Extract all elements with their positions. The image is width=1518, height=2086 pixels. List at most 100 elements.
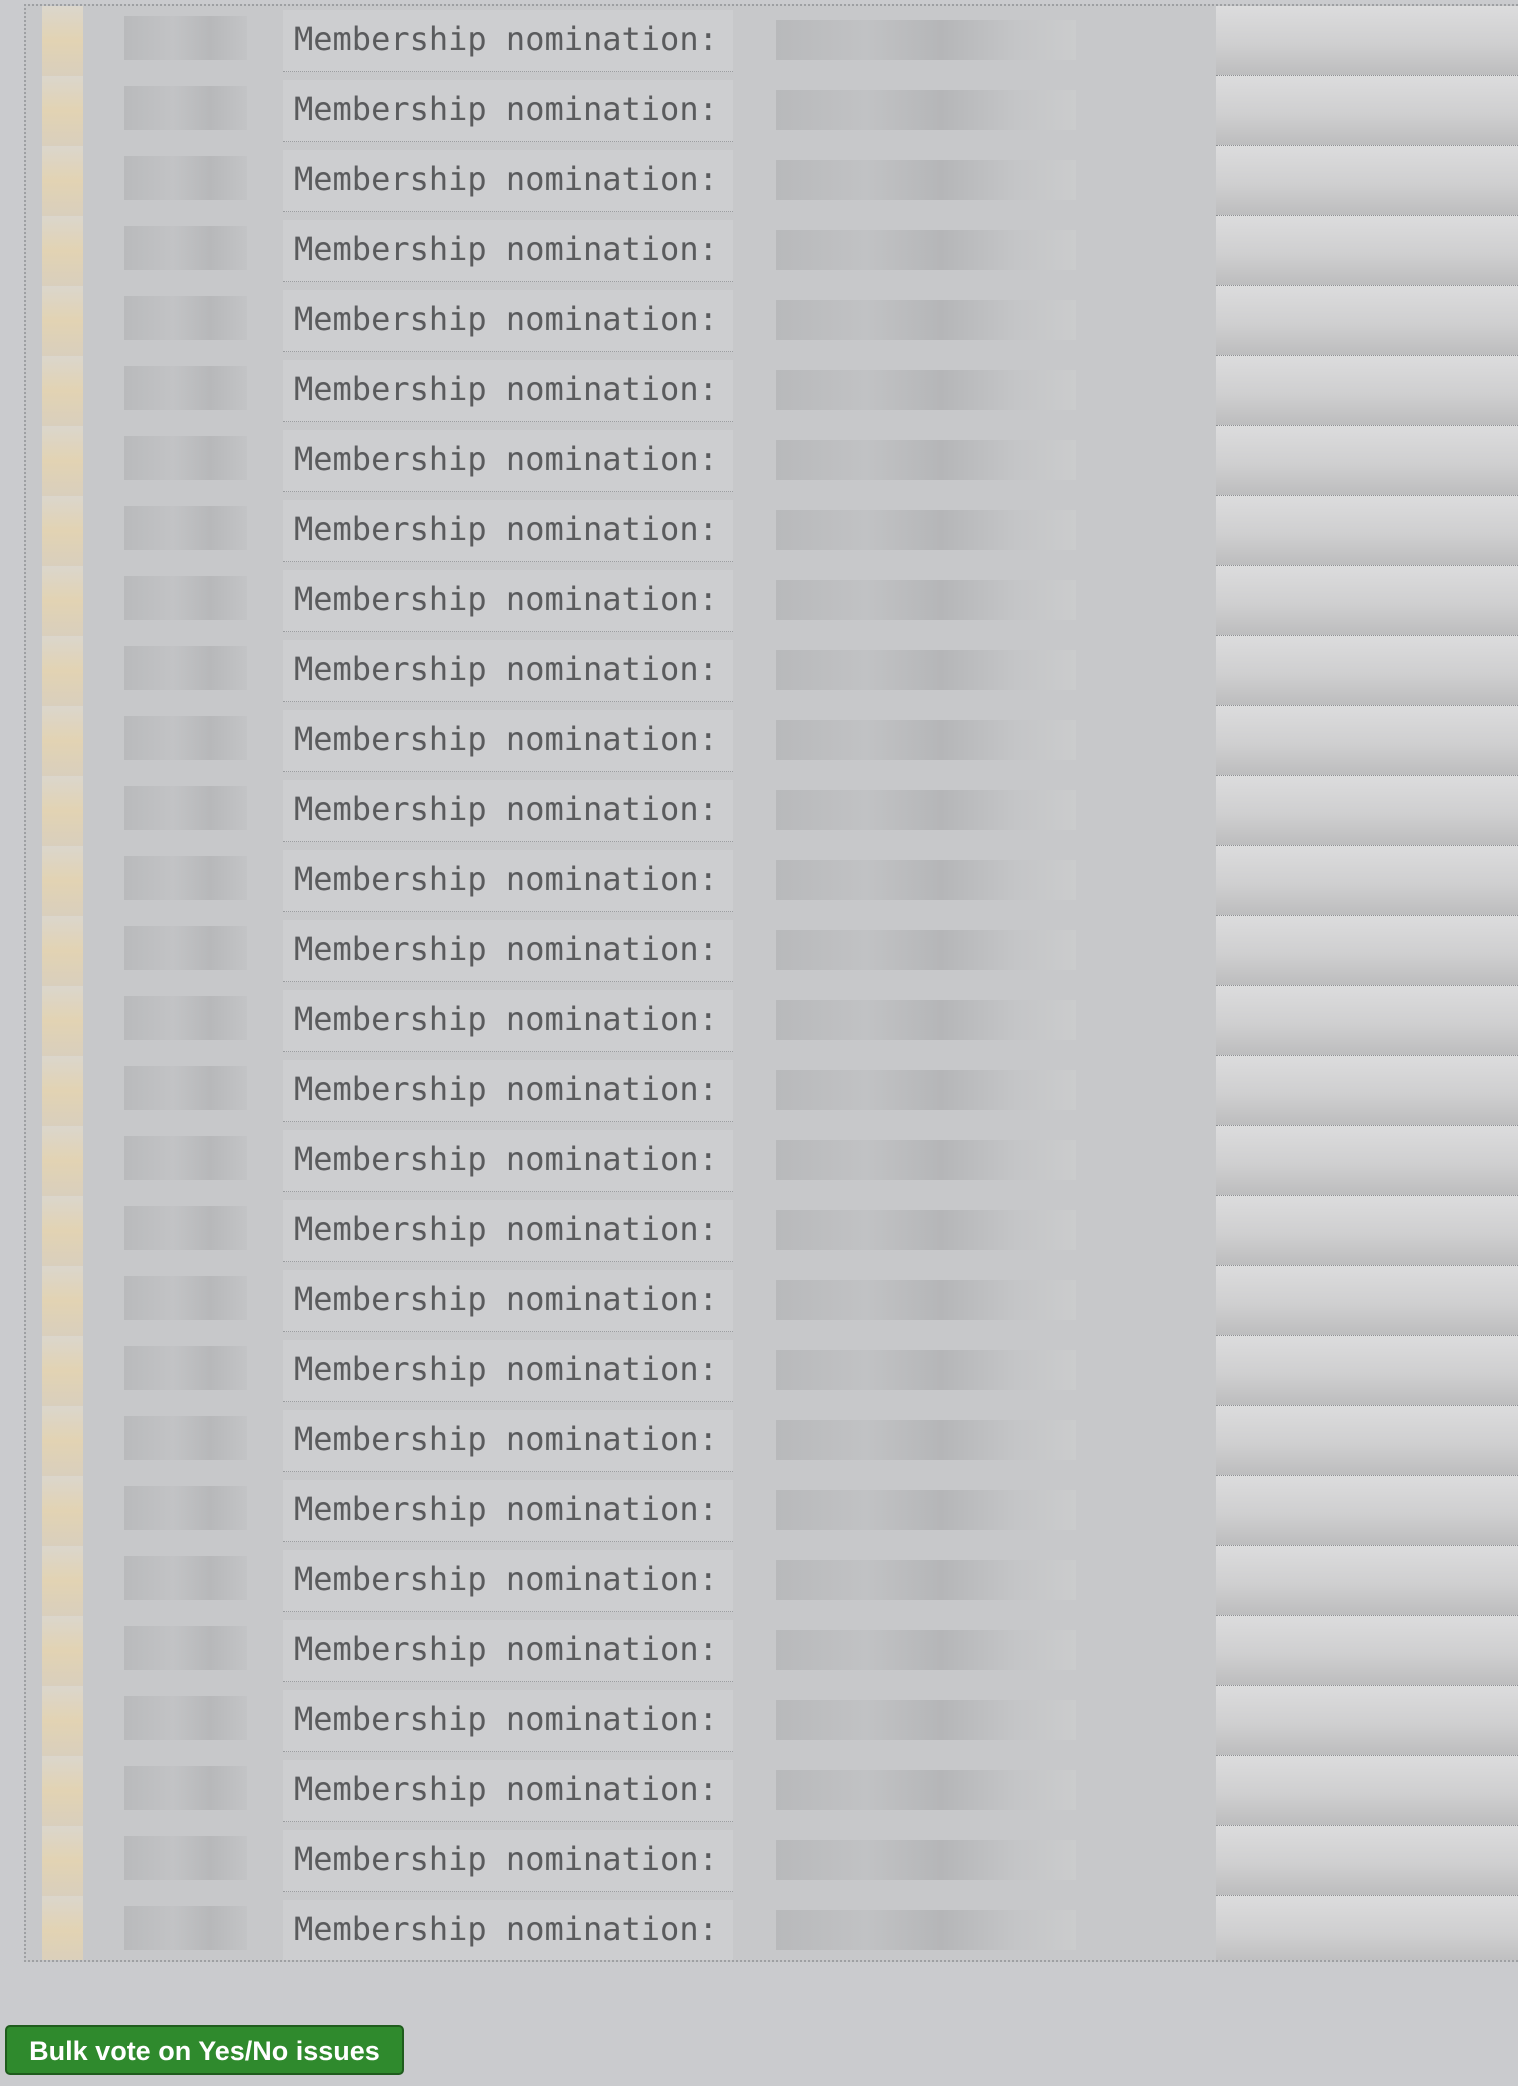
vote-cell[interactable]: [1216, 146, 1518, 216]
issue-row[interactable]: Membership nomination:: [26, 1126, 1518, 1196]
issue-row[interactable]: Membership nomination:: [26, 636, 1518, 706]
vote-cell[interactable]: [1216, 1126, 1518, 1196]
issue-row[interactable]: Membership nomination:: [26, 1616, 1518, 1686]
issue-row[interactable]: Membership nomination:: [26, 776, 1518, 846]
vote-cell[interactable]: [1216, 776, 1518, 846]
issue-label[interactable]: Membership nomination:: [283, 1760, 733, 1822]
redacted-text: [124, 296, 247, 340]
issue-row[interactable]: Membership nomination:: [26, 1826, 1518, 1896]
issue-label[interactable]: Membership nomination:: [283, 290, 733, 352]
issue-row[interactable]: Membership nomination:: [26, 146, 1518, 216]
vote-cell[interactable]: [1216, 1686, 1518, 1756]
redacted-avatar: [42, 846, 83, 916]
vote-cell[interactable]: [1216, 1476, 1518, 1546]
vote-cell[interactable]: [1216, 1056, 1518, 1126]
issue-label[interactable]: Membership nomination:: [283, 1340, 733, 1402]
issue-row[interactable]: Membership nomination:: [26, 1056, 1518, 1126]
issue-label[interactable]: Membership nomination:: [283, 990, 733, 1052]
issue-row[interactable]: Membership nomination:: [26, 1266, 1518, 1336]
vote-cell[interactable]: [1216, 636, 1518, 706]
issue-label[interactable]: Membership nomination:: [283, 920, 733, 982]
redacted-text: [124, 366, 247, 410]
redacted-text: [124, 1696, 247, 1740]
issue-row[interactable]: Membership nomination:: [26, 1756, 1518, 1826]
vote-cell[interactable]: [1216, 356, 1518, 426]
redacted-nominee-name: [776, 1490, 1076, 1530]
vote-cell[interactable]: [1216, 1896, 1518, 1960]
issue-row[interactable]: Membership nomination:: [26, 846, 1518, 916]
issue-label[interactable]: Membership nomination:: [283, 80, 733, 142]
issue-row[interactable]: Membership nomination:: [26, 1896, 1518, 1960]
vote-cell[interactable]: [1216, 1546, 1518, 1616]
vote-cell[interactable]: [1216, 1756, 1518, 1826]
issue-row[interactable]: Membership nomination:: [26, 76, 1518, 146]
redacted-text: [124, 436, 247, 480]
redacted-nominee-name: [776, 90, 1076, 130]
vote-cell[interactable]: [1216, 496, 1518, 566]
vote-cell[interactable]: [1216, 1336, 1518, 1406]
issue-row[interactable]: Membership nomination:: [26, 426, 1518, 496]
vote-cell[interactable]: [1216, 6, 1518, 76]
issue-label[interactable]: Membership nomination:: [283, 1270, 733, 1332]
issue-label[interactable]: Membership nomination:: [283, 780, 733, 842]
issue-label[interactable]: Membership nomination:: [283, 640, 733, 702]
issue-row[interactable]: Membership nomination:: [26, 1546, 1518, 1616]
vote-cell[interactable]: [1216, 426, 1518, 496]
issue-label[interactable]: Membership nomination:: [283, 710, 733, 772]
issue-row[interactable]: Membership nomination:: [26, 916, 1518, 986]
vote-cell[interactable]: [1216, 1406, 1518, 1476]
bulk-vote-button[interactable]: Bulk vote on Yes/No issues: [5, 2025, 404, 2075]
issue-row[interactable]: Membership nomination:: [26, 286, 1518, 356]
issue-row[interactable]: Membership nomination:: [26, 1196, 1518, 1266]
vote-cell[interactable]: [1216, 986, 1518, 1056]
vote-cell[interactable]: [1216, 916, 1518, 986]
issue-row[interactable]: Membership nomination:: [26, 566, 1518, 636]
issue-row[interactable]: Membership nomination:: [26, 356, 1518, 426]
issue-row[interactable]: Membership nomination:: [26, 986, 1518, 1056]
vote-cell[interactable]: [1216, 706, 1518, 776]
vote-cell[interactable]: [1216, 846, 1518, 916]
vote-cell[interactable]: [1216, 1826, 1518, 1896]
redacted-text: [124, 1206, 247, 1250]
redacted-nominee-name: [776, 1350, 1076, 1390]
issue-label[interactable]: Membership nomination:: [283, 10, 733, 72]
issue-label[interactable]: Membership nomination:: [283, 1480, 733, 1542]
issue-label[interactable]: Membership nomination:: [283, 1690, 733, 1752]
issue-label[interactable]: Membership nomination:: [283, 850, 733, 912]
issue-row[interactable]: Membership nomination:: [26, 1476, 1518, 1546]
issue-row[interactable]: Membership nomination:: [26, 1406, 1518, 1476]
vote-cell[interactable]: [1216, 286, 1518, 356]
issue-row[interactable]: Membership nomination:: [26, 1686, 1518, 1756]
redacted-avatar: [42, 1196, 83, 1266]
vote-cell[interactable]: [1216, 1616, 1518, 1686]
issue-row[interactable]: Membership nomination:: [26, 706, 1518, 776]
issue-label[interactable]: Membership nomination:: [283, 220, 733, 282]
vote-cell[interactable]: [1216, 566, 1518, 636]
issue-label[interactable]: Membership nomination:: [283, 500, 733, 562]
issue-label[interactable]: Membership nomination:: [283, 1900, 733, 1960]
issue-label[interactable]: Membership nomination:: [283, 570, 733, 632]
redacted-text: [124, 716, 247, 760]
issue-label[interactable]: Membership nomination:: [283, 360, 733, 422]
issue-label[interactable]: Membership nomination:: [283, 1200, 733, 1262]
issue-row[interactable]: Membership nomination:: [26, 6, 1518, 76]
vote-cell[interactable]: [1216, 216, 1518, 286]
redacted-nominee-name: [776, 580, 1076, 620]
issue-row[interactable]: Membership nomination:: [26, 216, 1518, 286]
issue-label[interactable]: Membership nomination:: [283, 1130, 733, 1192]
issue-label[interactable]: Membership nomination:: [283, 1410, 733, 1472]
issue-label[interactable]: Membership nomination:: [283, 1620, 733, 1682]
redacted-nominee-name: [776, 230, 1076, 270]
issue-row[interactable]: Membership nomination:: [26, 496, 1518, 566]
issue-label[interactable]: Membership nomination:: [283, 1550, 733, 1612]
issue-label[interactable]: Membership nomination:: [283, 430, 733, 492]
redacted-text: [124, 1136, 247, 1180]
redacted-nominee-name: [776, 1210, 1076, 1250]
issue-label[interactable]: Membership nomination:: [283, 150, 733, 212]
issue-row[interactable]: Membership nomination:: [26, 1336, 1518, 1406]
issue-label[interactable]: Membership nomination:: [283, 1060, 733, 1122]
vote-cell[interactable]: [1216, 1266, 1518, 1336]
issue-label[interactable]: Membership nomination:: [283, 1830, 733, 1892]
vote-cell[interactable]: [1216, 76, 1518, 146]
vote-cell[interactable]: [1216, 1196, 1518, 1266]
